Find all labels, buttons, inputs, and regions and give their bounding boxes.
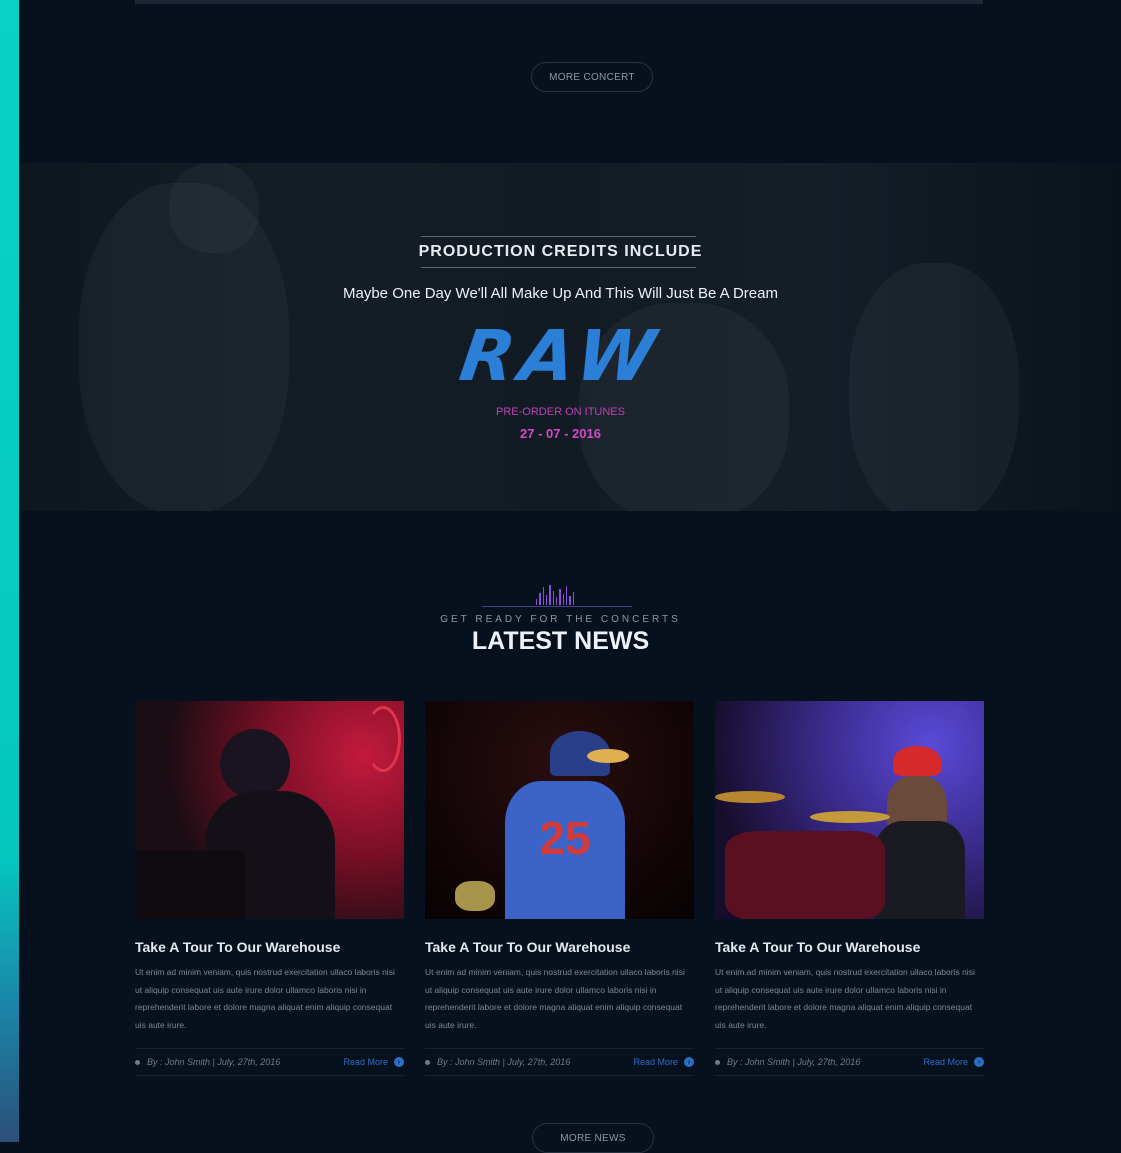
news-meta: By : John Smith | July, 27th, 2016 Read … — [715, 1048, 984, 1076]
news-card: Take A Tour To Our Warehouse Ut enim ad … — [135, 701, 404, 1076]
top-divider — [135, 0, 983, 4]
read-more-link[interactable]: Read More › — [923, 1057, 984, 1067]
more-news-button[interactable]: MORE NEWS — [532, 1123, 654, 1153]
news-eyebrow: GET READY FOR THE CONCERTS — [440, 614, 681, 625]
news-headline[interactable]: Take A Tour To Our Warehouse — [715, 939, 984, 955]
read-more-label: Read More — [633, 1057, 678, 1067]
news-author-date: By : John Smith | July, 27th, 2016 — [437, 1057, 571, 1067]
news-photo-drummer[interactable] — [715, 701, 984, 919]
news-author-date: By : John Smith | July, 27th, 2016 — [147, 1057, 281, 1067]
more-concert-button[interactable]: MORE CONCERT — [531, 62, 653, 92]
news-excerpt: Ut enim ad minim veniam, quis nostrud ex… — [135, 967, 395, 1030]
side-accent-bar — [0, 0, 19, 1142]
news-photo-singer[interactable] — [135, 701, 404, 919]
news-excerpt: Ut enim ad minim veniam, quis nostrud ex… — [425, 967, 685, 1030]
news-photo-rapper[interactable]: 25 — [425, 701, 694, 919]
news-headline[interactable]: Take A Tour To Our Warehouse — [425, 939, 694, 955]
raw-album-logo: RAW — [455, 315, 666, 397]
bullet-icon — [715, 1059, 720, 1065]
news-card: 25 Take A Tour To Our Warehouse Ut enim … — [425, 701, 694, 1076]
read-more-link[interactable]: Read More › — [633, 1057, 694, 1067]
arrow-right-icon: › — [974, 1057, 984, 1067]
read-more-label: Read More — [343, 1057, 388, 1067]
equalizer-icon — [536, 583, 574, 605]
bullet-icon — [135, 1059, 140, 1065]
news-card: Take A Tour To Our Warehouse Ut enim ad … — [715, 701, 984, 1076]
arrow-right-icon: › — [684, 1057, 694, 1067]
arrow-right-icon: › — [394, 1057, 404, 1067]
news-title: LATEST NEWS — [471, 627, 650, 655]
release-date: 27 - 07 - 2016 — [520, 426, 601, 441]
credits-subtitle: Maybe One Day We'll All Make Up And This… — [343, 285, 778, 302]
credits-title: PRODUCTION CREDITS INCLUDE — [418, 243, 703, 260]
bullet-icon — [425, 1059, 430, 1065]
read-more-link[interactable]: Read More › — [343, 1057, 404, 1067]
news-meta: By : John Smith | July, 27th, 2016 Read … — [135, 1048, 404, 1076]
preorder-link[interactable]: PRE-ORDER ON ITUNES — [0, 406, 1121, 418]
news-excerpt: Ut enim ad minim veniam, quis nostrud ex… — [715, 967, 975, 1030]
news-headline[interactable]: Take A Tour To Our Warehouse — [135, 939, 404, 955]
read-more-label: Read More — [923, 1057, 968, 1067]
news-divider — [482, 606, 632, 607]
news-meta: By : John Smith | July, 27th, 2016 Read … — [425, 1048, 694, 1076]
news-author-date: By : John Smith | July, 27th, 2016 — [727, 1057, 861, 1067]
